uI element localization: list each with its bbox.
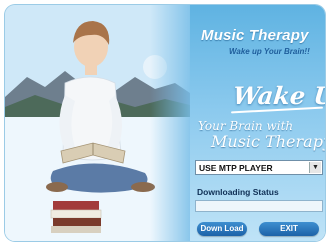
slogan-line1: Your Brain with [198,119,294,133]
download-status-label: Downloading Status [197,187,279,197]
exit-button[interactable]: EXIT [259,222,319,236]
installer-window: Music Therapy Wake up Your Brain!! Wake … [5,5,325,241]
player-select[interactable]: USE MTP PLAYER ▼ [195,160,323,175]
download-button[interactable]: Down Load [197,222,247,236]
slogan-headline: Wake Up! [231,81,325,110]
app-subtitle: Wake up Your Brain!! [229,47,310,56]
slogan-line2: Music Therapy [211,132,325,151]
hero-photo [5,5,190,241]
player-select-value: USE MTP PLAYER [199,163,273,173]
download-progress-bar [195,200,323,212]
chevron-down-icon[interactable]: ▼ [309,162,321,173]
app-title: Music Therapy [201,27,309,44]
